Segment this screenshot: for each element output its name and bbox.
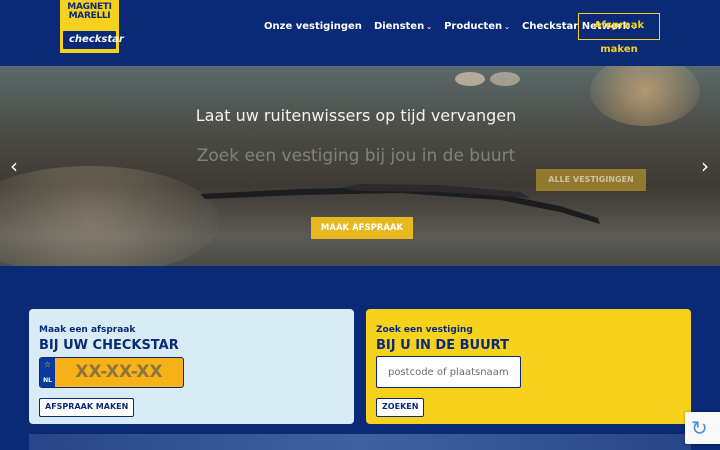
menu-item-onze-vestigingen[interactable]: Onze vestigingen (264, 19, 362, 35)
menu-item-diensten[interactable]: Diensten ⌄ (374, 19, 432, 35)
hero-carousel: Laat uw ruitenwissers op tijd vervangen … (0, 66, 720, 266)
logo-line-2: MARELLI (68, 11, 111, 21)
license-plate-input[interactable]: ☆ NL XX-XX-XX (39, 357, 184, 388)
menu-item-label: Diensten (373, 21, 425, 32)
eu-flag-band: ☆ NL (40, 358, 55, 387)
next-section-image (29, 434, 691, 450)
maak-afspraak-button[interactable]: MAAK AFSPRAAK (311, 217, 413, 239)
menu-item-label: Onze vestigingen (264, 21, 362, 32)
hero-headline: Laat uw ruitenwissers op tijd vervangen (195, 106, 517, 125)
eu-stars-icon: ☆ (43, 360, 52, 369)
alle-vestigingen-button[interactable]: ALLE VESTIGINGEN (536, 169, 646, 191)
top-navigation: MAGNETI MARELLI checkstar Onze vestiging… (0, 0, 720, 66)
logo-checkstar-band: checkstar (63, 31, 124, 49)
search-card-subtitle: Zoek een vestiging (376, 325, 473, 335)
magneti-marelli-checkstar-logo[interactable]: MAGNETI MARELLI checkstar (60, 0, 124, 53)
recaptcha-icon: ↻ (691, 416, 708, 440)
search-card-title: BIJ U IN DE BUURT (376, 338, 509, 353)
appointment-card-subtitle: Maak een afspraak (39, 325, 136, 335)
hero-subline: Zoek een vestiging bij jou in de buurt (196, 146, 516, 166)
chevron-down-icon: ⌄ (426, 23, 433, 31)
search-location-card: Zoek een vestiging BIJ U IN DE BUURT ZOE… (366, 309, 691, 424)
zoeken-button[interactable]: ZOEKEN (376, 398, 425, 417)
logo-checkstar-text: checkstar (69, 34, 124, 45)
postcode-search-input[interactable] (376, 356, 521, 388)
chevron-left-icon[interactable]: ‹ (10, 156, 18, 176)
recaptcha-badge[interactable]: ↻ (685, 412, 720, 444)
menu-item-producten[interactable]: Producten ⌄ (444, 19, 510, 35)
chevron-right-icon[interactable]: › (701, 156, 709, 176)
afspraak-maken-card-button[interactable]: AFSPRAAK MAKEN (39, 398, 135, 417)
country-code: NL (43, 377, 52, 384)
appointment-card-title: BIJ UW CHECKSTAR (39, 338, 179, 353)
menu-item-label: Producten (444, 21, 503, 32)
license-plate-placeholder: XX-XX-XX (75, 362, 163, 382)
chevron-down-icon: ⌄ (504, 23, 510, 31)
appointment-card: Maak een afspraak BIJ UW CHECKSTAR ☆ NL … (29, 309, 354, 424)
wiper-arm (340, 184, 530, 198)
afspraak-maken-button[interactable]: Afspraak maken (578, 13, 660, 55)
